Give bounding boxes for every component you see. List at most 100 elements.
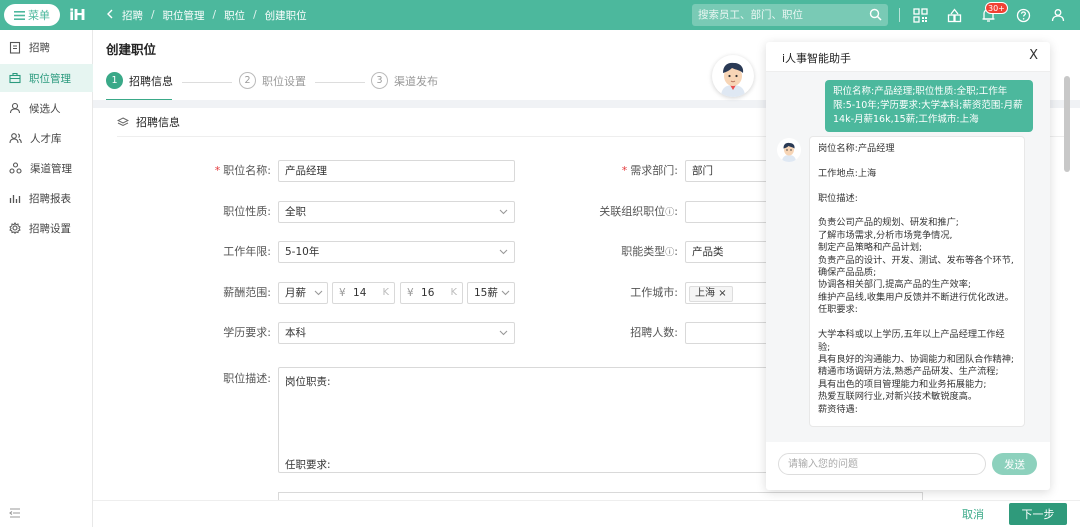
sidebar-item-position-management[interactable]: 职位管理 [0,64,93,92]
salary-period-select[interactable]: 月薪 [278,282,328,304]
sidebar-item-recruitment-report[interactable]: 招聘报表 [0,184,93,212]
sidebar: 招聘 职位管理 候选人 人才库 渠道管理 招聘报表 招聘设置 [0,30,93,527]
step-label: 招聘信息 [129,74,173,88]
tag-close-icon[interactable]: × [718,288,726,299]
headcount-input[interactable] [685,322,775,344]
related-org-select[interactable] [685,201,775,223]
section-header: 招聘信息 [117,114,180,130]
app-logo[interactable]: iH [64,4,90,26]
search-input[interactable] [698,4,858,26]
education-select[interactable]: 本科 [278,322,515,344]
related-org-label: 关联组织职位ⓘ: [599,205,678,218]
department-select[interactable]: 部门 [685,160,775,182]
salary-max-input[interactable]: ¥ 16 K [400,282,463,304]
education-label: 学历要求: [223,326,271,339]
clipboard-icon [9,41,21,54]
sidebar-item-label: 职位管理 [29,72,71,85]
breadcrumb: 招聘 / 职位管理 / 职位 / 创建职位 [106,0,307,30]
menu-icon [14,10,25,20]
apps-icon[interactable] [944,5,964,25]
breadcrumb-item-recruit[interactable]: 招聘 [122,8,143,23]
job-description-textarea[interactable]: 岗位职责: 任职要求: [278,367,768,473]
step-position-settings[interactable]: 2 职位设置 [239,72,306,89]
back-chevron-icon[interactable] [106,9,114,22]
work-years-select[interactable]: 5-10年 [278,241,515,263]
salary-unit: K [382,287,389,298]
sidebar-collapse-icon[interactable] [9,508,21,521]
work-years-label: 工作年限: [223,245,271,258]
step-recruit-info[interactable]: 1 招聘信息 [106,72,173,89]
next-button[interactable]: 下一步 [1009,503,1067,525]
notification-badge: 30+ [985,2,1008,14]
sidebar-item-candidates[interactable]: 候选人 [0,94,93,122]
currency-symbol: ¥ [339,287,346,299]
page-title: 创建职位 [106,42,157,57]
footer-bar: 取消 下一步 [93,500,1080,527]
topbar-divider [899,8,900,22]
chevron-down-icon [499,202,508,229]
step-label: 职位设置 [262,74,306,88]
salary-period-value: 月薪 [285,287,306,299]
step-connector [315,82,365,83]
page-scrollbar[interactable] [1064,76,1070,172]
sidebar-item-label: 候选人 [29,102,61,115]
required-mark: * [214,164,221,177]
search-icon[interactable] [869,8,882,24]
sidebar-item-talent-pool[interactable]: 人才库 [0,124,93,152]
breadcrumb-item-position[interactable]: 职位 [224,8,245,23]
job-name-label: * 职位名称: [214,164,271,177]
assistant-title: i人事智能助手 [782,52,852,65]
salary-min-input[interactable]: ¥ 14 K [332,282,395,304]
user-message-bubble: 职位名称:产品经理;职位性质:全职;工作年限:5-10年;学历要求:大学本科;薪… [825,80,1033,132]
salary-months-value: 15薪 [474,287,498,299]
step-channel-publish[interactable]: 3 渠道发布 [371,72,438,89]
chat-messages[interactable]: 职位名称:产品经理;职位性质:全职;工作年限:5-10年;学历要求:大学本科;薪… [766,72,1050,442]
job-nature-select[interactable]: 全职 [278,201,515,223]
function-type-select[interactable]: 产品类 [685,241,775,263]
step-connector [182,82,232,83]
assistant-avatar[interactable] [712,55,754,97]
gear-icon [9,222,21,234]
help-circle-icon[interactable]: ⓘ [665,208,674,218]
salary-months-select[interactable]: 15薪 [467,282,515,304]
sidebar-item-recruit[interactable]: 招聘 [0,33,93,61]
top-bar: 菜单 iH 招聘 / 职位管理 / 职位 / 创建职位 30+ [0,0,1080,30]
help-circle-icon[interactable]: ⓘ [665,248,674,258]
section-title: 招聘信息 [136,116,180,129]
breadcrumb-separator: / [253,9,257,21]
qrcode-icon[interactable] [910,5,930,25]
user-icon[interactable] [1048,5,1068,25]
sidebar-item-label: 渠道管理 [30,162,72,175]
sidebar-item-label: 人才库 [30,132,62,145]
breadcrumb-separator: / [212,9,217,21]
step-number: 1 [106,72,123,89]
function-type-label: 职能类型ⓘ: [621,245,678,258]
salary-min-value: 14 [353,287,367,299]
job-nature-label: 职位性质: [223,205,271,218]
job-name-input[interactable]: 产品经理 [278,160,515,182]
assistant-panel: i人事智能助手 X 职位名称:产品经理;职位性质:全职;工作年限:5-10年;学… [766,42,1050,490]
description-line-duties: 岗位职责: [285,376,331,388]
send-button[interactable]: 发送 [992,453,1037,475]
sidebar-item-channel-management[interactable]: 渠道管理 [0,154,93,182]
sidebar-item-recruitment-settings[interactable]: 招聘设置 [0,214,93,242]
breadcrumb-item-position-management[interactable]: 职位管理 [163,8,205,23]
chat-input[interactable] [778,453,986,475]
work-years-value: 5-10年 [285,246,320,258]
assistant-header: i人事智能助手 X [766,42,1050,72]
sidebar-item-label: 招聘 [29,41,50,54]
people-icon [9,133,22,144]
cancel-button[interactable]: 取消 [962,506,984,522]
help-icon[interactable] [1013,5,1033,25]
person-icon [9,102,21,114]
job-nature-value: 全职 [285,206,306,218]
chevron-down-icon [499,242,508,269]
work-city-select[interactable]: 上海 × [685,282,775,304]
city-tag-label: 上海 [695,288,715,299]
chevron-down-icon [499,323,508,350]
step-number: 2 [239,72,256,89]
menu-button[interactable]: 菜单 [4,4,60,26]
layers-icon [117,116,129,126]
currency-symbol: ¥ [407,287,414,299]
close-icon[interactable]: X [1029,48,1038,63]
